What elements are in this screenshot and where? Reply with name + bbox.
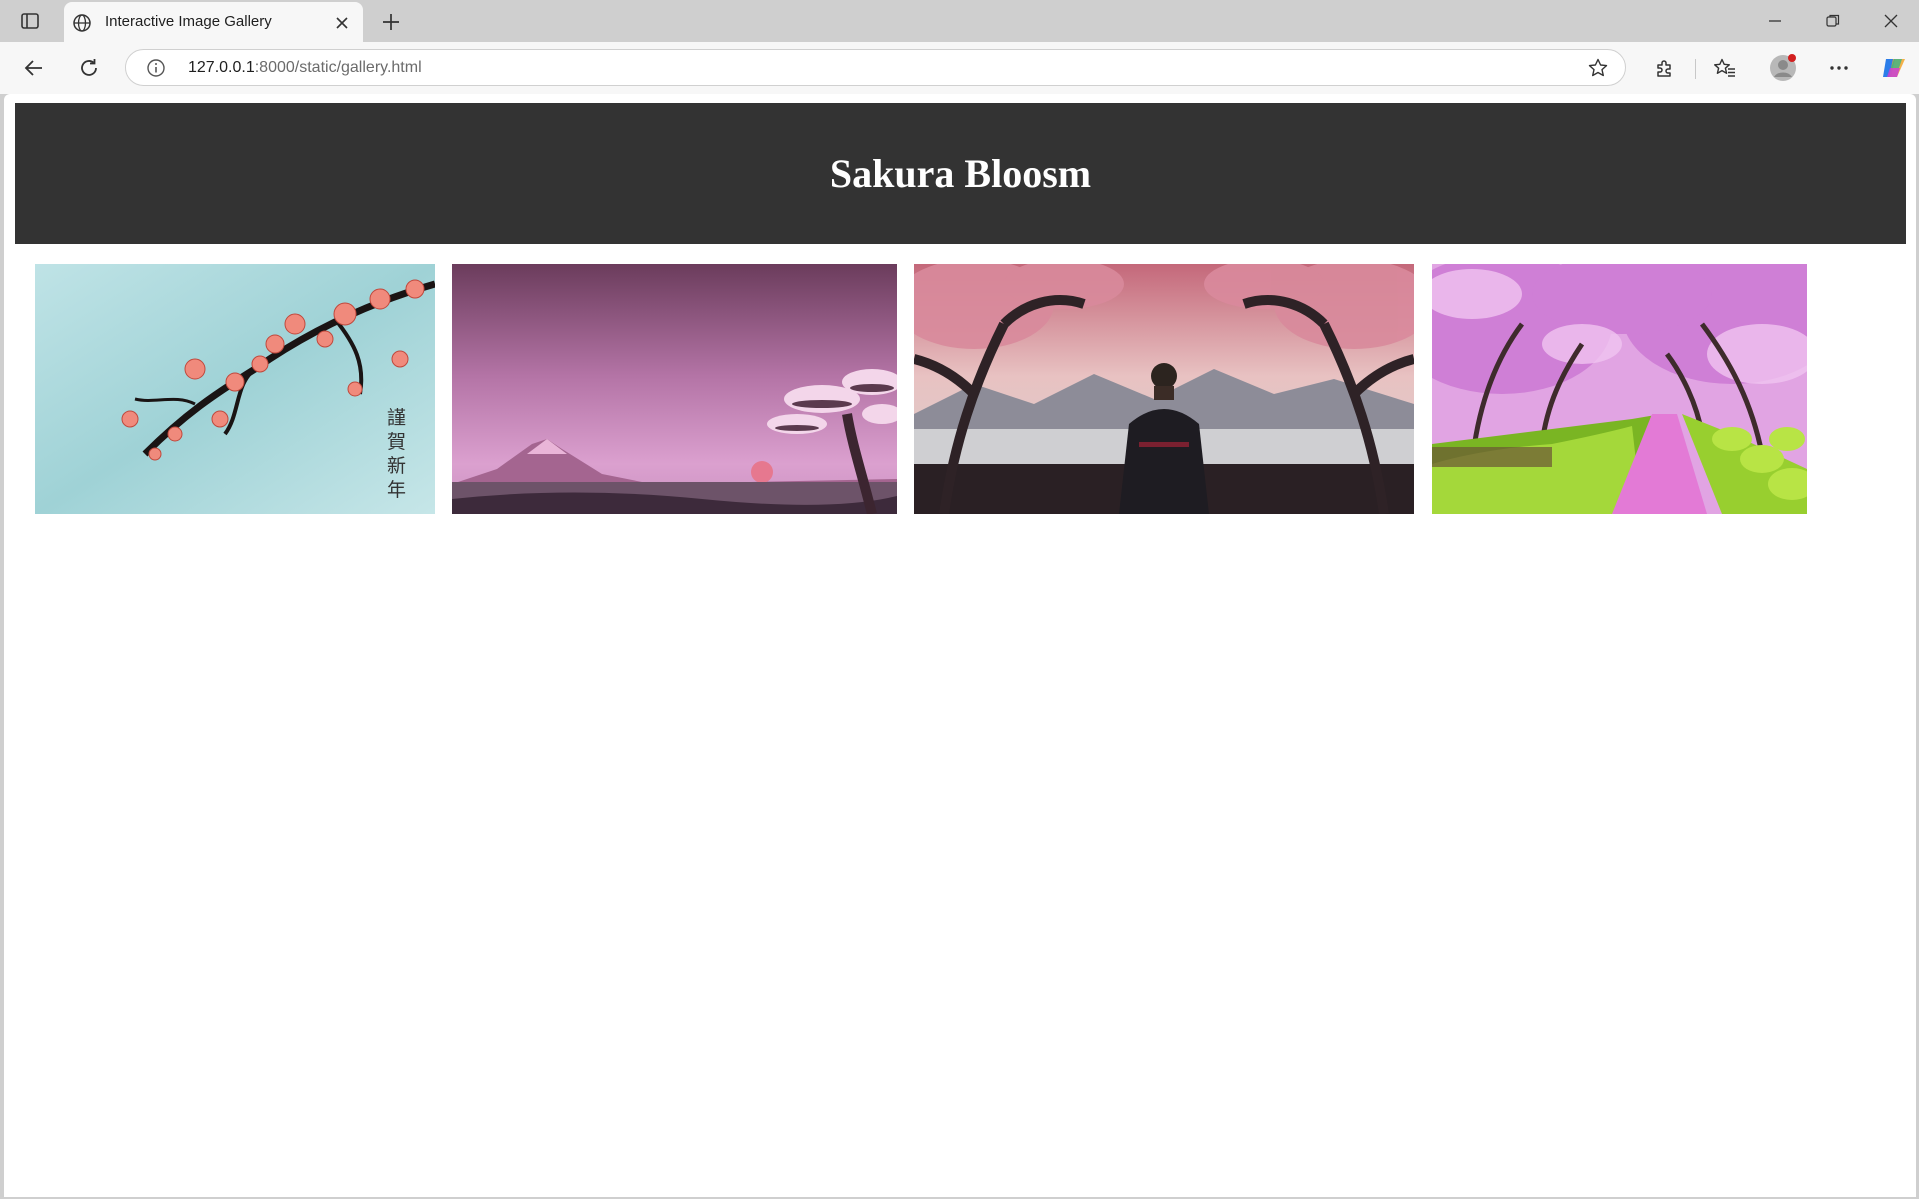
address-bar[interactable]: 127.0.0.1:8000/static/gallery.html: [125, 49, 1626, 86]
page-viewport: Sakura Bloosm 謹賀新年: [4, 94, 1916, 1197]
url-text: 127.0.0.1:8000/static/gallery.html: [188, 59, 422, 77]
svg-text:賀: 賀: [387, 431, 406, 453]
favorites-icon[interactable]: [1709, 52, 1741, 84]
svg-text:新: 新: [387, 455, 406, 477]
new-tab-icon[interactable]: [378, 9, 404, 35]
svg-text:謹: 謹: [387, 407, 406, 429]
gallery-image-mount-fuji[interactable]: [452, 264, 897, 514]
page-title: Sakura Bloosm: [829, 151, 1092, 196]
profile-icon[interactable]: [1767, 52, 1799, 84]
toolbar-separator: [1695, 59, 1696, 79]
tab-title: Interactive Image Gallery: [105, 13, 272, 30]
svg-text:年: 年: [387, 479, 406, 501]
browser-toolbar: 127.0.0.1:8000/static/gallery.html: [0, 42, 1919, 94]
close-icon[interactable]: [332, 13, 352, 33]
copilot-icon[interactable]: [1878, 52, 1910, 84]
tab-actions-icon[interactable]: [14, 8, 46, 34]
star-icon[interactable]: [1587, 57, 1609, 84]
more-icon[interactable]: [1823, 52, 1855, 84]
globe-icon: [71, 12, 93, 39]
restore-icon[interactable]: [1813, 8, 1853, 34]
browser-tab[interactable]: Interactive Image Gallery: [64, 2, 363, 42]
info-icon[interactable]: [146, 58, 166, 83]
window-close-icon[interactable]: [1871, 8, 1911, 34]
gallery-image-plum-blossom[interactable]: 謹賀新年: [35, 264, 435, 514]
reload-icon[interactable]: [73, 52, 105, 84]
page-header: Sakura Bloosm: [15, 103, 1906, 244]
back-icon[interactable]: [18, 52, 50, 84]
minimize-icon[interactable]: [1755, 8, 1795, 34]
gallery-image-cherry-path[interactable]: [1432, 264, 1807, 514]
gallery-image-samurai[interactable]: [914, 264, 1414, 514]
tab-strip: Interactive Image Gallery: [0, 0, 1919, 42]
url-host: 127.0.0.1: [188, 59, 255, 76]
extensions-icon[interactable]: [1649, 52, 1681, 84]
url-path: :8000/static/gallery.html: [254, 59, 422, 76]
